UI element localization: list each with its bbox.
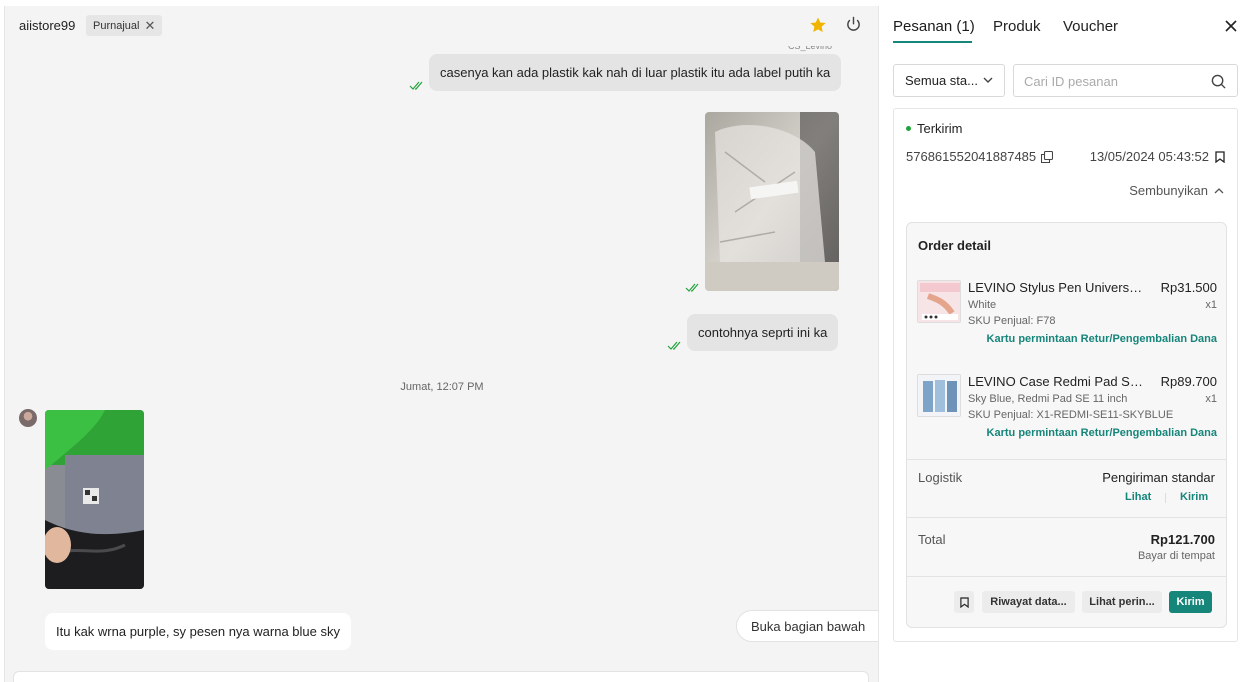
chat-panel: aiistore99 Purnajual ✕ CS_Levino casenya… (4, 6, 878, 682)
buyer-name: aiistore99 (19, 18, 76, 33)
order-item: LEVINO Stylus Pen Universal... Rp31.500 … (917, 280, 1217, 360)
buyer-tag: Purnajual ✕ (86, 15, 163, 36)
total-label: Total (918, 532, 946, 547)
status-filter-select[interactable]: Semua sta... (893, 64, 1005, 97)
product-thumbnail[interactable] (917, 280, 961, 323)
status-filter-value: Semua sta... (905, 73, 978, 88)
item-price: Rp89.700 (1160, 374, 1217, 389)
link-separator (1165, 493, 1166, 503)
item-quantity: x1 (1205, 393, 1217, 405)
power-icon[interactable] (845, 16, 862, 33)
star-icon[interactable] (809, 16, 827, 34)
message-text: contohnya seprti ini ka (698, 325, 828, 340)
status-dot (906, 126, 911, 131)
item-sku: SKU Penjual: X1-REDMI-SE11-SKYBLUE (968, 409, 1174, 421)
return-request-link[interactable]: Kartu permintaan Retur/Pengembalian Dana (987, 427, 1217, 439)
app-root: aiistore99 Purnajual ✕ CS_Levino casenya… (0, 0, 1252, 682)
item-variant: White (968, 299, 997, 311)
tab-orders[interactable]: Pesanan (1) (893, 18, 975, 35)
message-composer[interactable] (13, 671, 869, 682)
remove-tag-icon[interactable]: ✕ (144, 18, 155, 34)
order-date-value: 13/05/2024 05:43:52 (1089, 149, 1209, 164)
order-search-input[interactable] (1024, 71, 1204, 91)
logistics-value: Pengiriman standar (1102, 470, 1215, 485)
order-side-panel: Pesanan (1) Produk Voucher Semua sta... … (878, 6, 1252, 682)
history-button[interactable]: Riwayat data... (982, 591, 1075, 613)
jump-to-bottom-button[interactable]: Buka bagian bawah (736, 610, 878, 642)
payment-method: Bayar di tempat (1137, 550, 1215, 562)
item-price: Rp31.500 (1160, 280, 1217, 295)
return-request-link[interactable]: Kartu permintaan Retur/Pengembalian Dana (987, 333, 1217, 345)
search-icon[interactable] (1211, 74, 1226, 89)
order-id: 576861552041887485 (906, 149, 1054, 164)
divider (907, 517, 1226, 518)
divider (907, 459, 1226, 460)
tab-vouchers[interactable]: Voucher (1063, 18, 1118, 35)
total-value: Rp121.700 (1150, 532, 1215, 547)
order-actions: Riwayat data... Lihat perin... Kirim (907, 577, 1226, 627)
copy-icon[interactable] (1041, 150, 1054, 163)
message-bubble: contohnya seprti ini ka (687, 314, 839, 351)
chevron-down-icon (983, 77, 993, 83)
item-sku: SKU Penjual: F78 (968, 315, 1056, 327)
tab-products[interactable]: Produk (993, 18, 1041, 35)
view-details-button[interactable]: Lihat perin... (1082, 591, 1162, 613)
close-icon[interactable] (1224, 19, 1238, 33)
message-bubble: casenya kan ada plastik kak nah di luar … (429, 54, 842, 91)
date-separator: Jumat, 12:07 PM (400, 381, 484, 393)
chat-photo[interactable] (705, 112, 839, 291)
bookmark-icon (959, 596, 969, 608)
item-name[interactable]: LEVINO Stylus Pen Universal... (968, 280, 1146, 295)
read-check-icon (409, 81, 423, 90)
logistics-label: Logistik (918, 470, 963, 485)
collapse-label: Sembunyikan (1129, 183, 1208, 198)
chat-photo[interactable] (45, 410, 144, 589)
order-date: 13/05/2024 05:43:52 (1090, 149, 1225, 164)
product-thumbnail[interactable] (917, 374, 961, 417)
buyer-avatar (19, 409, 37, 427)
order-card: Terkirim 576861552041887485 13/05/2024 0… (893, 108, 1238, 642)
item-name[interactable]: LEVINO Case Redmi Pad SE ... (968, 374, 1146, 389)
bookmark-button[interactable] (954, 591, 974, 613)
order-status: Terkirim (906, 121, 963, 136)
view-logistics-link[interactable]: Lihat (1125, 491, 1151, 503)
chat-header: aiistore99 Purnajual ✕ (5, 6, 878, 46)
message-bubble: Itu kak wrna purple, sy pesen nya warna … (45, 613, 351, 650)
order-status-label: Terkirim (917, 121, 963, 136)
send-button[interactable]: Kirim (1169, 591, 1212, 613)
item-quantity: x1 (1205, 299, 1217, 311)
collapse-toggle[interactable]: Sembunyikan (1129, 183, 1224, 198)
order-id-value: 576861552041887485 (906, 149, 1037, 164)
ship-link[interactable]: Kirim (1180, 491, 1208, 503)
order-search (1013, 64, 1238, 97)
message-text: Itu kak wrna purple, sy pesen nya warna … (56, 624, 340, 639)
order-detail-title: Order detail (918, 238, 991, 253)
item-variant: Sky Blue, Redmi Pad SE 11 inch (968, 393, 1128, 405)
bookmark-icon[interactable] (1215, 150, 1225, 163)
order-detail: Order detail LEVINO Stylus Pen Universal… (906, 222, 1227, 628)
message-text: casenya kan ada plastik kak nah di luar … (440, 65, 831, 80)
buyer-tag-label: Purnajual (93, 19, 140, 32)
chevron-up-icon (1214, 188, 1224, 194)
read-check-icon (685, 283, 699, 292)
read-check-icon (667, 341, 681, 350)
order-item: LEVINO Case Redmi Pad SE ... Rp89.700 Sk… (917, 374, 1217, 454)
active-tab-indicator (893, 41, 972, 43)
